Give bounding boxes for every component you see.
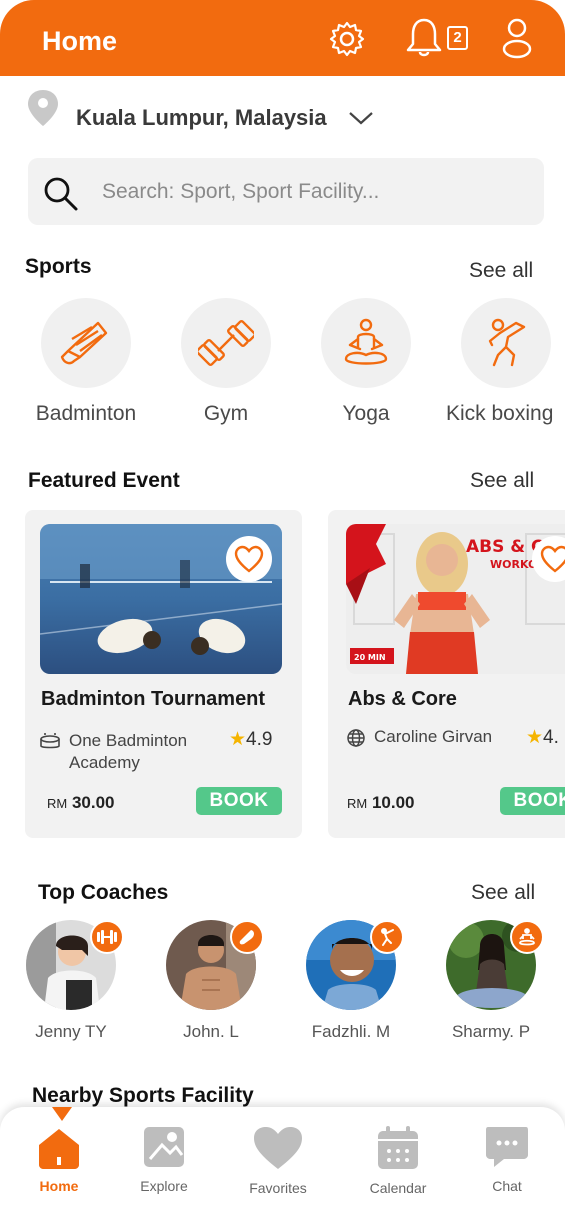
coach-name: Sharmy. P — [451, 1022, 531, 1041]
coach-name: Fadzhli. M — [311, 1022, 391, 1041]
chevron-down-icon — [349, 112, 373, 125]
sports-see-all-link[interactable]: See all — [469, 259, 533, 283]
calendar-icon — [378, 1126, 418, 1169]
dumbbell-icon — [97, 930, 117, 944]
dumbbell-icon — [198, 320, 254, 366]
coach-item[interactable]: Sharmy. P — [436, 920, 546, 1042]
page-title: Home — [42, 26, 118, 56]
search-icon — [44, 177, 78, 211]
chat-icon — [486, 1127, 528, 1167]
sport-item-badminton[interactable]: Badminton — [21, 298, 151, 426]
location-pin-icon — [28, 90, 58, 126]
sport-label: Kick boxing — [446, 402, 554, 425]
sport-label: Badminton — [35, 402, 137, 425]
nav-label: Favorites — [249, 1180, 307, 1196]
featured-section-title: Featured Event — [28, 469, 180, 492]
event-image — [40, 524, 282, 674]
nav-item-home[interactable]: Home — [9, 1125, 109, 1194]
coach-item[interactable]: Fadzhli. M — [296, 920, 406, 1042]
coach-name: Jenny TY — [35, 1022, 107, 1041]
kick-icon — [381, 928, 394, 946]
coach-name: John. L — [183, 1022, 239, 1041]
user-icon[interactable] — [500, 16, 534, 60]
nav-label: Chat — [492, 1178, 522, 1194]
sport-item-gym[interactable]: Gym — [161, 298, 291, 426]
coach-item[interactable]: John. L — [156, 920, 266, 1042]
event-duration-tag: 20 MIN — [354, 653, 386, 662]
event-rating: ★4. — [526, 727, 559, 748]
event-image-subtext: WORKO — [490, 558, 537, 571]
sport-label: Gym — [203, 402, 249, 425]
book-button[interactable]: BOOK — [196, 787, 282, 815]
favorite-button[interactable] — [226, 536, 272, 582]
nav-label: Home — [39, 1178, 79, 1194]
event-venue: One Badminton Academy — [69, 731, 188, 772]
location-text: Kuala Lumpur, Malaysia — [76, 105, 327, 130]
coaches-see-all-link[interactable]: See all — [471, 881, 535, 905]
heart-icon — [254, 1127, 302, 1169]
kick-icon — [488, 318, 526, 367]
nav-label: Explore — [140, 1178, 188, 1194]
nav-label: Calendar — [369, 1180, 427, 1196]
search-placeholder: Search: Sport, Sport Facility... — [102, 180, 380, 203]
event-venue: Caroline Girvan — [374, 727, 493, 746]
yoga-icon — [519, 928, 535, 946]
nav-item-explore[interactable]: Explore — [114, 1125, 214, 1194]
coach-item[interactable]: Jenny TY — [16, 920, 126, 1042]
map-icon — [144, 1127, 184, 1167]
event-card-badminton[interactable]: Badminton Tournament One Badminton Acade… — [25, 510, 302, 838]
featured-see-all-link[interactable]: See all — [470, 469, 534, 493]
nav-item-calendar[interactable]: Calendar — [348, 1125, 448, 1196]
globe-icon — [347, 729, 365, 747]
nav-item-favorites[interactable]: Favorites — [228, 1125, 328, 1196]
heart-icon — [234, 545, 264, 573]
yoga-icon — [344, 318, 388, 365]
event-price: RM 30.00 — [47, 793, 115, 812]
nav-item-chat[interactable]: Chat — [457, 1125, 557, 1194]
search-input[interactable]: Search: Sport, Sport Facility... — [28, 158, 544, 225]
bottom-navigation: Home Explore Favorites Calendar Chat — [0, 1107, 565, 1209]
nearby-section-title: Nearby Sports Facility — [32, 1084, 254, 1107]
event-card-abs-core[interactable]: ABS & C WORKO 20 MIN Abs & Core Caroline… — [328, 510, 565, 838]
coaches-section-title: Top Coaches — [38, 881, 169, 904]
event-rating: ★4.9 — [229, 729, 273, 750]
bell-icon[interactable] — [404, 16, 444, 58]
shuttlecock-icon — [239, 930, 254, 945]
app-header: Home 2 — [0, 0, 565, 76]
star-icon: ★ — [526, 727, 544, 748]
sport-item-yoga[interactable]: Yoga — [301, 298, 431, 426]
heart-icon — [540, 545, 565, 573]
event-price: RM 10.00 — [347, 793, 415, 812]
event-image: ABS & C WORKO 20 MIN — [346, 524, 565, 674]
sport-label: Yoga — [342, 402, 390, 425]
book-button[interactable]: BOOK — [500, 787, 565, 815]
home-icon — [39, 1129, 79, 1169]
gear-icon[interactable] — [328, 20, 366, 58]
notification-badge: 2 — [447, 26, 468, 50]
event-title: Badminton Tournament — [41, 688, 266, 710]
sports-section-title: Sports — [25, 255, 92, 278]
shuttlecock-icon — [60, 321, 108, 365]
event-title: Abs & Core — [348, 688, 457, 710]
stadium-icon — [40, 733, 60, 749]
active-tab-indicator — [52, 1107, 72, 1121]
star-icon: ★ — [229, 729, 247, 750]
sport-item-kickboxing[interactable]: Kick boxing — [441, 298, 565, 426]
location-selector[interactable]: Kuala Lumpur, Malaysia — [26, 88, 426, 138]
